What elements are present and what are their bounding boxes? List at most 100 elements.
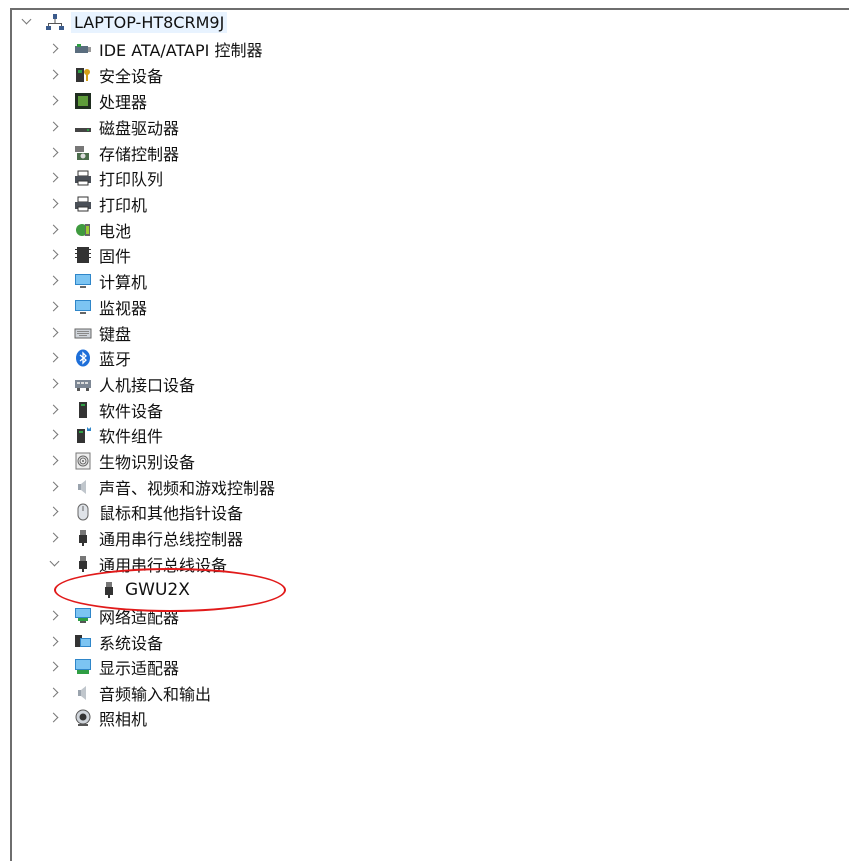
network-adapter-icon [74, 607, 92, 625]
chevron-right-icon[interactable] [48, 610, 60, 622]
chevron-right-icon[interactable] [48, 172, 60, 184]
category-usb-controller[interactable]: 通用串行总线控制器 [48, 526, 243, 550]
category-processor[interactable]: 处理器 [48, 89, 147, 113]
battery-icon [74, 221, 92, 239]
category-battery[interactable]: 电池 [48, 218, 131, 242]
category-label: 打印队列 [99, 170, 164, 189]
chevron-right-icon[interactable] [48, 275, 60, 287]
chevron-right-icon[interactable] [48, 352, 60, 364]
chevron-right-icon[interactable] [48, 687, 60, 699]
tree-root[interactable]: LAPTOP-HT8CRM9J [20, 10, 228, 34]
category-label: 计算机 [99, 273, 148, 292]
device-gwu2x[interactable]: GWU2X [100, 578, 190, 602]
category-security[interactable]: 安全设备 [48, 63, 163, 87]
bluetooth-icon [74, 349, 92, 367]
chevron-right-icon[interactable] [48, 249, 60, 261]
chevron-right-icon[interactable] [48, 532, 60, 544]
chevron-down-icon[interactable] [48, 558, 60, 570]
category-label: 人机接口设备 [99, 376, 196, 395]
system-device-icon [74, 633, 92, 651]
chevron-right-icon[interactable] [48, 147, 60, 159]
category-display-adapter[interactable]: 显示适配器 [48, 655, 179, 679]
category-label: 软件设备 [99, 402, 164, 421]
category-system-device[interactable]: 系统设备 [48, 630, 163, 654]
fingerprint-icon [74, 452, 92, 470]
category-software-component[interactable]: 软件组件 [48, 423, 163, 447]
category-label: 照相机 [99, 710, 148, 729]
category-label: 监视器 [99, 299, 148, 318]
chevron-right-icon[interactable] [48, 198, 60, 210]
category-label: 存储控制器 [99, 145, 180, 164]
category-bluetooth[interactable]: 蓝牙 [48, 346, 131, 370]
category-label: 打印机 [99, 196, 148, 215]
category-label: IDE ATA/ATAPI 控制器 [99, 41, 263, 60]
category-network-adapter[interactable]: 网络适配器 [48, 604, 179, 628]
software-device-icon [74, 401, 92, 419]
category-mouse[interactable]: 鼠标和其他指针设备 [48, 500, 243, 524]
category-usb-device[interactable]: 通用串行总线设备 [48, 552, 227, 576]
category-disk-drive[interactable]: 磁盘驱动器 [48, 115, 179, 139]
chevron-right-icon[interactable] [48, 661, 60, 673]
chevron-right-icon[interactable] [48, 95, 60, 107]
category-sound-video-game[interactable]: 声音、视频和游戏控制器 [48, 475, 275, 499]
category-label: 声音、视频和游戏控制器 [99, 479, 276, 498]
chevron-right-icon[interactable] [48, 224, 60, 236]
firmware-icon [74, 246, 92, 264]
category-label: 网络适配器 [99, 608, 180, 627]
security-key-icon [74, 66, 92, 84]
processor-icon [74, 92, 92, 110]
software-component-icon [74, 426, 92, 444]
chevron-right-icon[interactable] [48, 121, 60, 133]
hid-icon [74, 375, 92, 393]
category-label: 电池 [99, 222, 132, 241]
category-storage-controller[interactable]: 存储控制器 [48, 141, 179, 165]
category-audio-io[interactable]: 音频输入和输出 [48, 681, 211, 705]
monitor-icon [74, 298, 92, 316]
chevron-down-icon[interactable] [20, 16, 32, 28]
printer-icon [74, 195, 92, 213]
category-computer[interactable]: 计算机 [48, 269, 147, 293]
category-label: 安全设备 [99, 67, 164, 86]
category-software-device[interactable]: 软件设备 [48, 398, 163, 422]
camera-icon [74, 709, 92, 727]
category-label: 显示适配器 [99, 659, 180, 678]
category-label: 键盘 [99, 325, 132, 344]
chevron-right-icon[interactable] [48, 301, 60, 313]
category-label: 鼠标和其他指针设备 [99, 504, 244, 523]
storage-controller-icon [74, 144, 92, 162]
category-label: 磁盘驱动器 [99, 119, 180, 138]
chevron-right-icon[interactable] [48, 636, 60, 648]
chevron-right-icon[interactable] [48, 481, 60, 493]
category-label: 软件组件 [99, 427, 164, 446]
category-biometric[interactable]: 生物识别设备 [48, 449, 195, 473]
category-printer[interactable]: 打印机 [48, 192, 147, 216]
category-label: 固件 [99, 247, 132, 266]
category-label: 系统设备 [99, 634, 164, 653]
category-label: 处理器 [99, 93, 148, 112]
chevron-right-icon[interactable] [48, 327, 60, 339]
category-label: 音频输入和输出 [99, 685, 212, 704]
category-hid[interactable]: 人机接口设备 [48, 372, 195, 396]
category-print-queue[interactable]: 打印队列 [48, 166, 163, 190]
category-keyboard[interactable]: 键盘 [48, 321, 131, 345]
category-label: 通用串行总线设备 [99, 556, 228, 575]
chevron-right-icon[interactable] [48, 378, 60, 390]
category-camera[interactable]: 照相机 [48, 706, 147, 730]
chevron-right-icon[interactable] [48, 455, 60, 467]
device-tree: LAPTOP-HT8CRM9J IDE ATA/ATAPI 控制器 安全设备 处… [0, 0, 839, 861]
chevron-right-icon[interactable] [48, 69, 60, 81]
category-firmware[interactable]: 固件 [48, 243, 131, 267]
print-queue-icon [74, 169, 92, 187]
category-monitor[interactable]: 监视器 [48, 295, 147, 319]
disk-drive-icon [74, 118, 92, 136]
display-adapter-icon [74, 658, 92, 676]
chevron-right-icon[interactable] [48, 429, 60, 441]
usb-icon [100, 581, 118, 599]
chevron-right-icon[interactable] [48, 404, 60, 416]
chevron-right-icon[interactable] [48, 506, 60, 518]
category-ide-controller[interactable]: IDE ATA/ATAPI 控制器 [48, 37, 262, 61]
chevron-right-icon[interactable] [48, 712, 60, 724]
chevron-right-icon[interactable] [48, 43, 60, 55]
category-label: 通用串行总线控制器 [99, 530, 244, 549]
usb-icon [74, 529, 92, 547]
